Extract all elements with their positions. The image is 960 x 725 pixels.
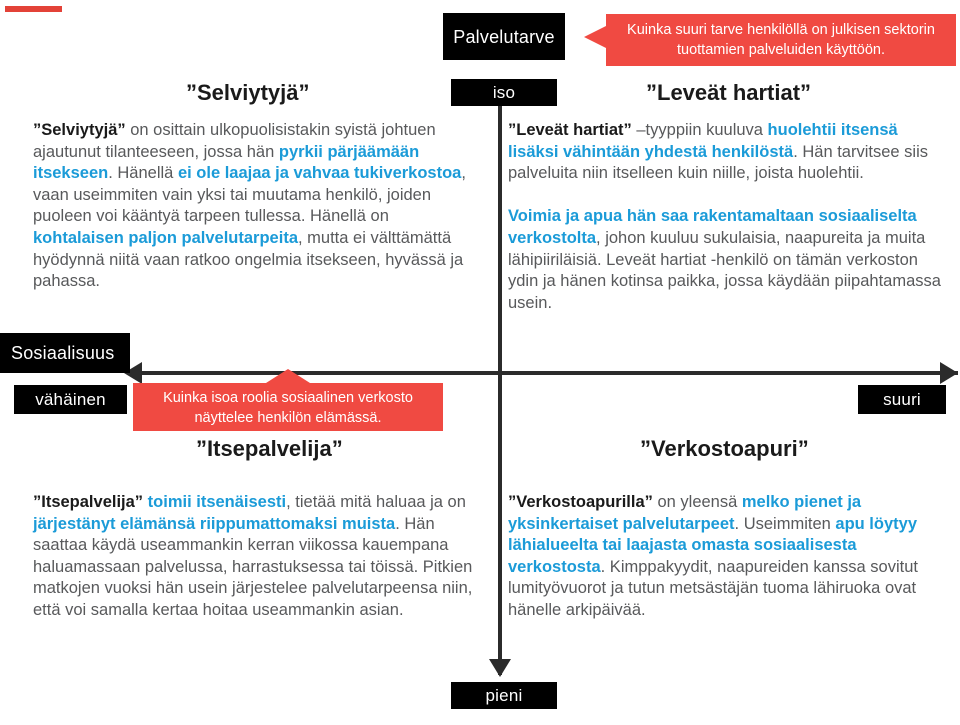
- slide-canvas: Palvelutarve iso pieni Sosiaalisuus vähä…: [0, 0, 960, 725]
- axis-arrow-down-icon: [489, 659, 511, 677]
- quadrant-heading-itsepalvelija: ”Itsepalvelija”: [196, 436, 343, 461]
- axis-label-vertical-high: iso: [451, 79, 557, 106]
- axis-label-horizontal-low: vähäinen: [14, 385, 127, 414]
- callout-pointer-up-icon: [266, 369, 310, 383]
- quadrant-body-leveat-hartiat: ”Leveät hartiat” –tyyppiin kuuluva huole…: [508, 121, 941, 312]
- quadrant-heading-verkostoapuri: ”Verkostoapuri”: [640, 436, 809, 461]
- axis-label-vertical-low: pieni: [451, 682, 557, 709]
- callout-sociality: Kuinka isoa roolia sosiaalinen verkosto …: [133, 369, 443, 431]
- quadrant-body-itsepalvelija: ”Itsepalvelija” toimii itsenäisesti, tie…: [33, 493, 473, 620]
- callout-sociality-text: Kuinka isoa roolia sosiaalinen verkosto …: [163, 390, 413, 426]
- axis-arrow-right-icon: [940, 362, 958, 384]
- callout-pointer-left-icon: [584, 26, 606, 48]
- accent-bar: [5, 6, 62, 12]
- horizontal-axis-line: [128, 371, 958, 375]
- quadrant-heading-selviytyja: ”Selviytyjä”: [186, 80, 310, 105]
- quadrant-body-selviytyja: ”Selviytyjä” on osittain ulkopuolisistak…: [33, 121, 466, 291]
- axis-title-sociality: Sosiaalisuus: [0, 333, 130, 373]
- callout-service-need-text: Kuinka suuri tarve henkilöllä on julkise…: [627, 22, 935, 58]
- quadrant-heading-leveat-hartiat: ”Leveät hartiat”: [646, 80, 812, 105]
- axis-title-service-need: Palvelutarve: [443, 13, 565, 60]
- quadrant-body-verkostoapuri: ”Verkostoapurilla” on yleensä melko pien…: [508, 493, 918, 620]
- vertical-axis-line: [498, 90, 502, 675]
- axis-label-horizontal-high: suuri: [858, 385, 946, 414]
- callout-service-need: Kuinka suuri tarve henkilöllä on julkise…: [584, 14, 956, 66]
